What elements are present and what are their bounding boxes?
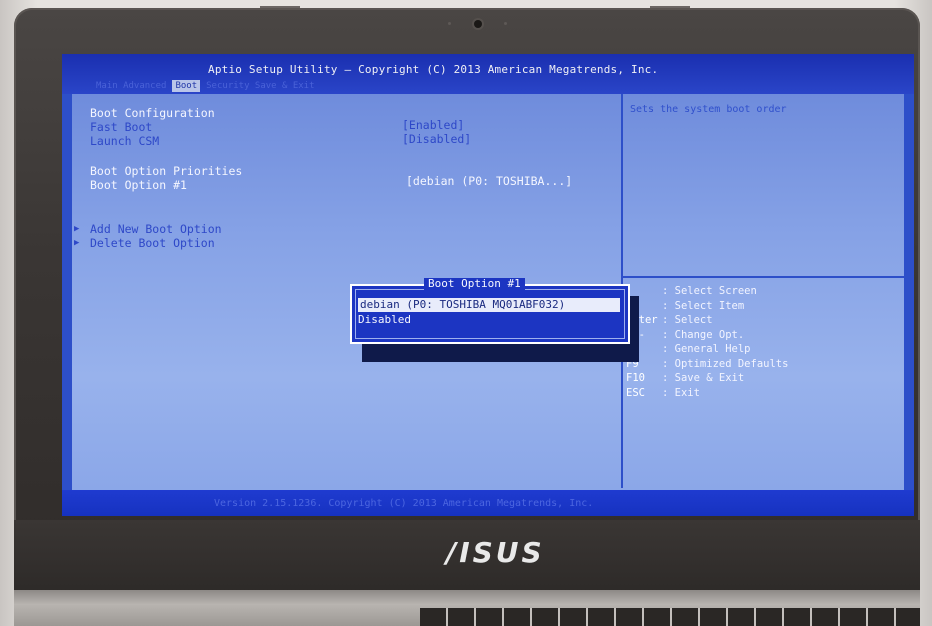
key-description: : Select Item [662, 299, 745, 312]
bios-header-title: Aptio Setup Utility – Copyright (C) 2013… [208, 63, 659, 76]
boot-option-1-label[interactable]: Boot Option #1 [90, 178, 187, 192]
key-description: : Select Screen [662, 285, 757, 297]
tab-security-save-exit[interactable]: Security Save & Exit [206, 80, 314, 92]
key-legend-row: : Select Screen [626, 284, 788, 299]
fast-boot-value[interactable]: [Enabled] [402, 118, 464, 132]
key-description: : Exit [662, 386, 700, 399]
popup-title: Boot Option #1 [424, 278, 525, 290]
fast-boot-label[interactable]: Fast Boot [90, 120, 152, 134]
panel-divider-horizontal [623, 276, 906, 278]
key-description: : Save & Exit [662, 372, 745, 384]
bios-footer-text: Version 2.15.1236. Copyright (C) 2013 Am… [214, 498, 594, 509]
key-legend-row: ESC : Exit [626, 386, 788, 401]
boot-configuration-heading: Boot Configuration [90, 106, 215, 120]
key-name: ESC [626, 386, 645, 399]
key-description: : Optimized Defaults [662, 357, 789, 370]
submenu-arrow-icon: ▶ [74, 238, 80, 248]
key-legend-row: F9: Optimized Defaults [626, 357, 788, 372]
key-legend-row: F10 : Save & Exit [626, 371, 788, 386]
bios-footer: Version 2.15.1236. Copyright (C) 2013 Am… [62, 490, 914, 516]
boot-option-priorities-heading: Boot Option Priorities [90, 164, 243, 178]
key-legend-row: +/-: Change Opt. [626, 328, 788, 343]
key-legend-row: Enter: Select [626, 313, 788, 328]
bios-header: Aptio Setup Utility – Copyright (C) 2013… [62, 54, 914, 94]
tab-boot[interactable]: Boot [172, 80, 201, 92]
key-description: : Change Opt. [662, 328, 745, 341]
launch-csm-label[interactable]: Launch CSM [90, 134, 159, 148]
bezel-mic-dot [448, 22, 451, 25]
bios-tabs: Main Advanced Boot Security Save & Exit [96, 80, 315, 92]
key-description: : General Help [662, 343, 751, 355]
popup-option-debian[interactable]: debian (P0: TOSHIBA MQ01ABF032) [358, 298, 620, 312]
launch-csm-value[interactable]: [Disabled] [402, 132, 471, 146]
bios-main-panel: Boot Configuration Fast Boot [Enabled] L… [70, 94, 906, 498]
boot-option-popup: Boot Option #1 debian (P0: TOSHIBA MQ01A… [350, 278, 630, 344]
keyboard-keys [420, 608, 920, 626]
asus-logo: /ISUS [446, 536, 545, 569]
bezel-detail [650, 6, 690, 8]
help-text: Sets the system boot order [630, 104, 787, 115]
submenu-arrow-icon: ▶ [74, 224, 80, 234]
key-legend-row: : Select Item [626, 299, 788, 314]
key-legend-row: F1: General Help [626, 342, 788, 357]
popup-option-disabled[interactable]: Disabled [358, 313, 411, 327]
key-name: F10 [626, 372, 645, 384]
add-new-boot-option[interactable]: Add New Boot Option [90, 222, 222, 236]
bezel-mic-dot [504, 22, 507, 25]
bezel-detail [260, 6, 300, 8]
tab-main-advanced[interactable]: Main Advanced [96, 80, 166, 92]
key-description: : Select [662, 314, 713, 326]
key-legend: : Select Screen : Select Item Enter: Sel… [626, 284, 788, 400]
delete-boot-option[interactable]: Delete Boot Option [90, 236, 215, 250]
bios-screen: Aptio Setup Utility – Copyright (C) 2013… [62, 54, 914, 516]
boot-option-1-value[interactable]: [debian (P0: TOSHIBA...] [406, 174, 572, 188]
webcam [474, 20, 482, 28]
